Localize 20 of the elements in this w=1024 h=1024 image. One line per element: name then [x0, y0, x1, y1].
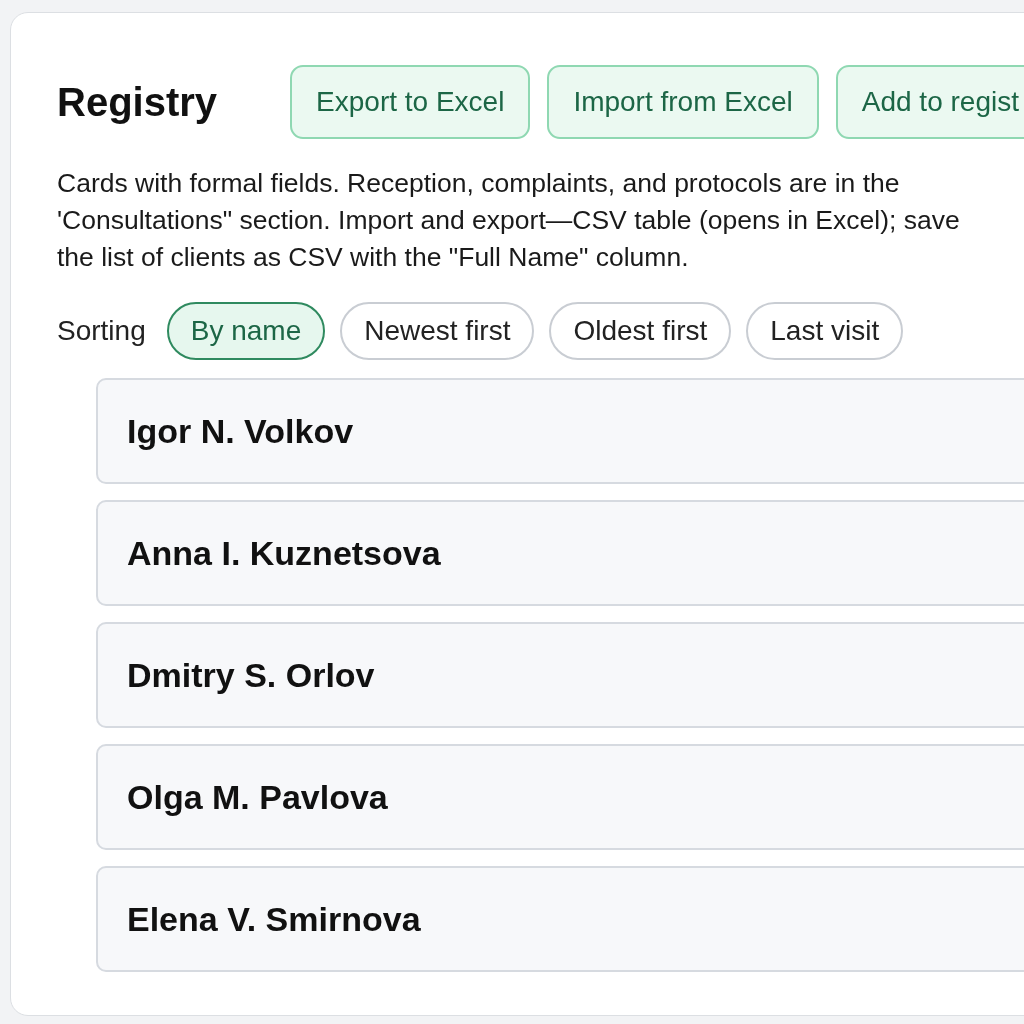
- sorting-label: Sorting: [57, 315, 146, 347]
- sort-option[interactable]: By name: [166, 302, 326, 360]
- action-button[interactable]: Import from Excel: [547, 65, 819, 139]
- client-name: Elena V. Smirnova: [127, 899, 421, 939]
- action-button[interactable]: Add to regist: [835, 65, 1024, 139]
- client-card[interactable]: Dmitry S. Orlov: [96, 622, 1024, 728]
- client-name: Dmitry S. Orlov: [127, 655, 375, 695]
- client-name: Olga M. Pavlova: [127, 777, 388, 817]
- sort-option[interactable]: Last visit: [746, 302, 904, 360]
- client-name: Igor N. Volkov: [127, 411, 354, 451]
- client-card[interactable]: Elena V. Smirnova: [96, 866, 1024, 972]
- client-card[interactable]: Olga M. Pavlova: [96, 744, 1024, 850]
- client-card[interactable]: Anna I. Kuznetsova: [96, 500, 1024, 606]
- page-title: Registry: [57, 79, 218, 125]
- description-text: Cards with formal fields. Reception, complaints, and protocols are in the 'Consultations" section. Import and export—CSV table (opens in Excel); save the list of clients as CSV with the "Full Name" column.: [57, 167, 961, 274]
- sort-option[interactable]: Oldest first: [549, 302, 732, 360]
- client-name: Anna I. Kuznetsova: [127, 533, 441, 573]
- action-button[interactable]: Export to Excel: [290, 65, 531, 139]
- client-card[interactable]: Igor N. Volkov: [96, 378, 1024, 484]
- sort-option[interactable]: Newest first: [340, 302, 535, 360]
